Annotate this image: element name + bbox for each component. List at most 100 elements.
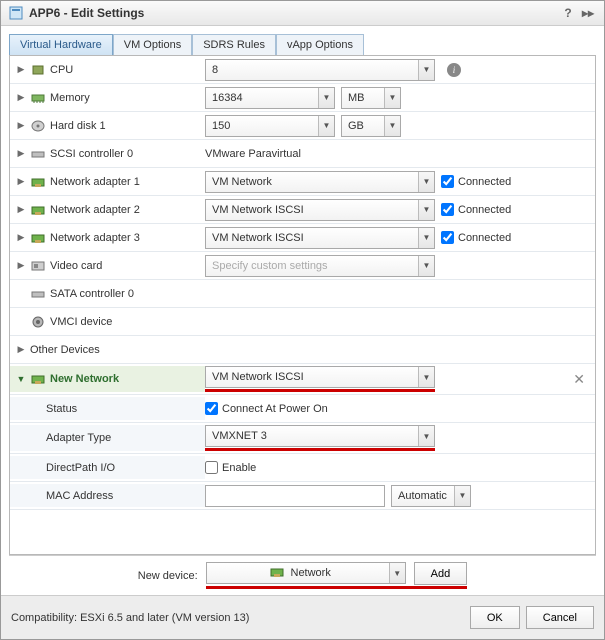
titlebar: APP6 - Edit Settings ? ▸▸ — [1, 1, 604, 26]
row-new-network-adapter: Adapter Type VMXNET 3▼ — [10, 423, 595, 454]
nic2-connected-checkbox[interactable]: Connected — [441, 203, 511, 216]
new-device-label: New device: — [138, 570, 198, 582]
collapse-toggle[interactable]: ▼ — [16, 374, 26, 384]
chevron-down-icon: ▼ — [418, 367, 434, 387]
chevron-down-icon: ▼ — [384, 88, 400, 108]
status-label: Status — [46, 403, 77, 415]
adapter-type-label: Adapter Type — [46, 432, 111, 444]
nic1-connected-checkbox[interactable]: Connected — [441, 175, 511, 188]
tab-vm-options[interactable]: VM Options — [113, 34, 192, 55]
nic1-network-select[interactable]: VM Network▼ — [205, 171, 435, 193]
add-button[interactable]: Add — [414, 562, 468, 585]
chevron-down-icon: ▼ — [418, 426, 434, 446]
row-video: ▶ Video card Specify custom settings▼ — [10, 252, 595, 280]
ok-button[interactable]: OK — [470, 606, 520, 629]
new-network-select[interactable]: VM Network ISCSI▼ — [205, 366, 435, 388]
video-select[interactable]: Specify custom settings▼ — [205, 255, 435, 277]
chevron-down-icon: ▼ — [418, 228, 434, 248]
nic-icon — [30, 231, 46, 245]
mac-address-input[interactable] — [205, 485, 385, 507]
nic-icon — [30, 175, 46, 189]
expand-toggle[interactable]: ▶ — [16, 344, 26, 355]
vmci-icon — [30, 315, 46, 329]
chevron-down-icon: ▼ — [384, 116, 400, 136]
row-hdd1: ▶ Hard disk 1 150▼ GB▼ — [10, 112, 595, 140]
nic-icon — [269, 567, 285, 579]
hdd-value-select[interactable]: 150▼ — [205, 115, 335, 137]
expand-toggle[interactable]: ▶ — [16, 176, 26, 187]
video-icon — [30, 259, 46, 273]
row-vmci: VMCI device — [10, 308, 595, 336]
expand-toggle[interactable]: ▶ — [16, 260, 26, 271]
connect-at-poweron-checkbox[interactable]: Connect At Power On — [205, 402, 328, 415]
app-icon — [9, 6, 23, 20]
tab-bar: Virtual Hardware VM Options SDRS Rules v… — [9, 34, 596, 55]
row-sata0: SATA controller 0 — [10, 280, 595, 308]
tab-virtual-hardware[interactable]: Virtual Hardware — [9, 34, 113, 55]
cancel-button[interactable]: Cancel — [526, 606, 594, 629]
expand-toggle[interactable]: ▶ — [16, 64, 26, 75]
row-cpu: ▶ CPU 8▼ i — [10, 56, 595, 84]
expand-toggle[interactable]: ▶ — [16, 92, 26, 103]
sata-label: SATA controller 0 — [50, 288, 134, 300]
nic3-label: Network adapter 3 — [50, 232, 140, 244]
tab-sdrs-rules[interactable]: SDRS Rules — [192, 34, 276, 55]
row-new-network-status: Status Connect At Power On — [10, 395, 595, 423]
remove-icon[interactable]: ✕ — [573, 372, 585, 386]
row-new-network-dpio: DirectPath I/O Enable — [10, 454, 595, 482]
new-device-bar: New device: Network ▼ Add — [9, 555, 596, 595]
dpio-label: DirectPath I/O — [46, 462, 115, 474]
row-nic1: ▶ Network adapter 1 VM Network▼ Connecte… — [10, 168, 595, 196]
help-icon[interactable]: ? — [560, 6, 576, 20]
compatibility-text: Compatibility: ESXi 6.5 and later (VM ve… — [11, 612, 249, 624]
cpu-icon — [30, 63, 46, 77]
scsi-value: VMware Paravirtual — [205, 148, 301, 160]
row-scsi0: ▶ SCSI controller 0 VMware Paravirtual — [10, 140, 595, 168]
chevron-down-icon: ▼ — [418, 256, 434, 276]
nic3-connected-checkbox[interactable]: Connected — [441, 231, 511, 244]
new-network-label: New Network — [50, 373, 119, 385]
expand-toggle[interactable]: ▶ — [16, 120, 26, 131]
expand-toggle[interactable]: ▶ — [16, 148, 26, 159]
adapter-type-select[interactable]: VMXNET 3▼ — [205, 425, 435, 447]
cpu-select[interactable]: 8▼ — [205, 59, 435, 81]
scsi-label: SCSI controller 0 — [50, 148, 133, 160]
chevron-down-icon: ▼ — [454, 486, 470, 506]
expand-toggle[interactable]: ▶ — [16, 204, 26, 215]
hardware-panel: ▶ CPU 8▼ i ▶ Memory 16384▼ MB▼ — [9, 55, 596, 555]
nic-icon — [30, 372, 46, 386]
expand-toggle[interactable]: ▶ — [16, 232, 26, 243]
hdd-label: Hard disk 1 — [50, 120, 106, 132]
disk-icon — [30, 119, 46, 133]
chevron-down-icon: ▼ — [318, 88, 334, 108]
info-icon[interactable]: i — [447, 63, 461, 77]
video-label: Video card — [50, 260, 102, 272]
mac-label: MAC Address — [46, 490, 113, 502]
cpu-label: CPU — [50, 64, 73, 76]
mac-mode-select[interactable]: Automatic▼ — [391, 485, 471, 507]
row-nic3: ▶ Network adapter 3 VM Network ISCSI▼ Co… — [10, 224, 595, 252]
chevron-down-icon: ▼ — [418, 172, 434, 192]
scsi-icon — [30, 147, 46, 161]
dpio-enable-checkbox[interactable]: Enable — [205, 461, 256, 474]
sata-icon — [30, 287, 46, 301]
memory-unit-select[interactable]: MB▼ — [341, 87, 401, 109]
dialog-footer: Compatibility: ESXi 6.5 and later (VM ve… — [1, 595, 604, 639]
row-memory: ▶ Memory 16384▼ MB▼ — [10, 84, 595, 112]
memory-label: Memory — [50, 92, 90, 104]
memory-value-select[interactable]: 16384▼ — [205, 87, 335, 109]
expand-icon[interactable]: ▸▸ — [580, 6, 596, 20]
nic3-network-select[interactable]: VM Network ISCSI▼ — [205, 227, 435, 249]
row-other: ▶ Other Devices — [10, 336, 595, 364]
new-device-select[interactable]: Network ▼ — [206, 562, 406, 584]
tab-vapp-options[interactable]: vApp Options — [276, 34, 364, 55]
row-new-network-mac: MAC Address Automatic▼ — [10, 482, 595, 510]
chevron-down-icon: ▼ — [418, 200, 434, 220]
chevron-down-icon: ▼ — [318, 116, 334, 136]
hdd-unit-select[interactable]: GB▼ — [341, 115, 401, 137]
nic1-label: Network adapter 1 — [50, 176, 140, 188]
dialog-title: APP6 - Edit Settings — [29, 6, 144, 20]
nic2-network-select[interactable]: VM Network ISCSI▼ — [205, 199, 435, 221]
row-new-network: ▼ New Network VM Network ISCSI▼ ✕ — [10, 364, 595, 395]
edit-settings-dialog: APP6 - Edit Settings ? ▸▸ Virtual Hardwa… — [0, 0, 605, 640]
